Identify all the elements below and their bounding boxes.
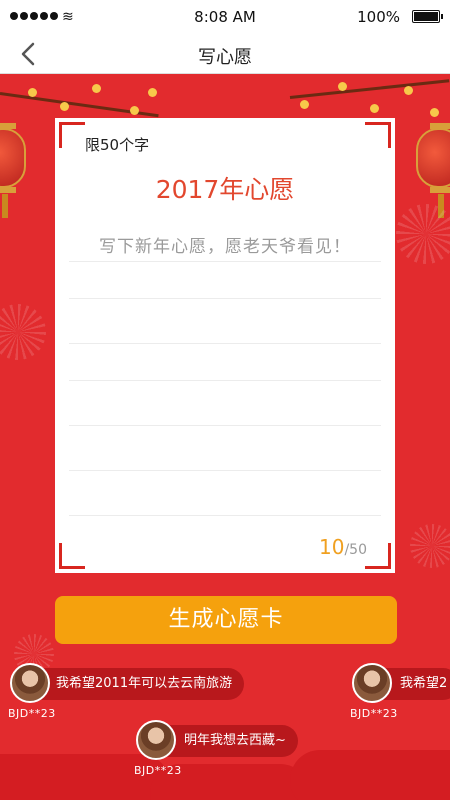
status-bar: ≋ 8:08 AM 100% <box>0 0 450 34</box>
corner-ornament <box>365 543 391 569</box>
battery-icon <box>412 10 443 23</box>
wish-card: 限50个字 2017年心愿 写下新年心愿，愿老天爷看见！ 10/50 <box>55 118 395 573</box>
corner-ornament <box>59 543 85 569</box>
avatar <box>136 720 176 760</box>
char-limit-label: 限50个字 <box>85 136 150 154</box>
battery-percent: 100% <box>357 8 400 26</box>
plum-branch <box>289 79 450 99</box>
danmaku-username: BJD**23 <box>134 764 182 777</box>
lantern-icon <box>416 123 450 218</box>
card-title: 2017年心愿 <box>155 175 295 204</box>
avatar <box>10 663 50 703</box>
char-count-max: /50 <box>344 542 367 558</box>
firework-icon <box>410 524 450 568</box>
danmaku-username: BJD**23 <box>350 707 398 720</box>
firework-icon <box>396 204 450 264</box>
char-count-current: 10 <box>319 535 345 559</box>
lantern-icon <box>0 123 26 218</box>
danmaku-username: BJD**23 <box>8 707 56 720</box>
corner-ornament <box>59 122 85 148</box>
nav-bar: 写心愿 <box>0 34 450 74</box>
firework-icon <box>0 304 46 360</box>
generate-wish-card-button[interactable]: 生成心愿卡 <box>55 596 397 644</box>
page-title: 写心愿 <box>198 47 252 68</box>
corner-ornament <box>365 122 391 148</box>
avatar <box>352 663 392 703</box>
wish-text-area[interactable]: 写下新年心愿，愿老天爷看见！ <box>55 232 395 257</box>
char-counter: 10/50 <box>319 535 367 559</box>
